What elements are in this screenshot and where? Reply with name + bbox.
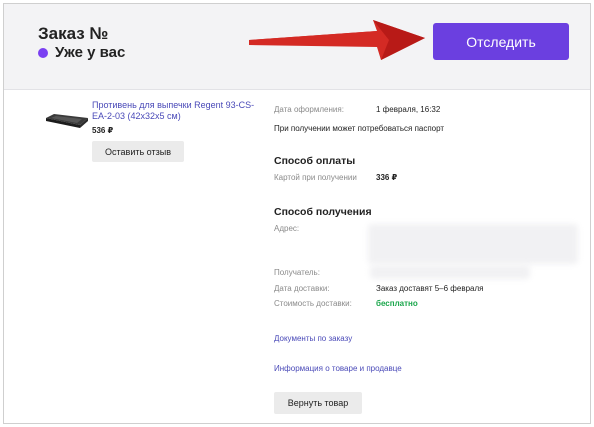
- payment-amount: 336 ₽: [376, 173, 398, 182]
- order-date-value: 1 февраля, 16:32: [376, 105, 441, 114]
- documents-link[interactable]: Документы по заказу: [274, 334, 352, 343]
- address-redacted: [368, 224, 578, 264]
- order-card: Заказ № Уже у вас Отследить Противень дл…: [3, 3, 591, 424]
- payment-method-label: Картой при получении: [274, 173, 357, 182]
- red-arrow-icon: [249, 20, 425, 60]
- return-item-button[interactable]: Вернуть товар: [274, 392, 362, 414]
- delivery-title: Способ получения: [274, 206, 372, 218]
- order-title: Заказ №: [38, 24, 109, 43]
- baking-tray-image: [46, 114, 88, 128]
- track-button[interactable]: Отследить: [433, 23, 569, 60]
- address-label: Адрес:: [274, 224, 300, 233]
- product-seller-info-link[interactable]: Информация о товаре и продавце: [274, 364, 402, 373]
- order-date-label: Дата оформления:: [274, 105, 344, 114]
- leave-review-button[interactable]: Оставить отзыв: [92, 141, 184, 162]
- delivery-date-value: Заказ доставят 5–6 февраля: [376, 284, 484, 293]
- order-status: Уже у вас: [38, 44, 125, 61]
- status-dot-icon: [38, 47, 48, 58]
- delivery-cost-value: бесплатно: [376, 299, 418, 308]
- delivery-cost-label: Стоимость доставки:: [274, 299, 352, 308]
- passport-note: При получении может потребоваться паспор…: [274, 124, 445, 133]
- product-name-link[interactable]: Противень для выпечки Regent 93-CS-EA-2-…: [92, 100, 262, 122]
- delivery-date-label: Дата доставки:: [274, 284, 330, 293]
- payment-title: Способ оплаты: [274, 155, 356, 167]
- status-text: Уже у вас: [55, 44, 126, 61]
- recipient-redacted: [370, 265, 530, 279]
- product-price: 536 ₽: [92, 126, 114, 135]
- recipient-label: Получатель:: [274, 268, 320, 277]
